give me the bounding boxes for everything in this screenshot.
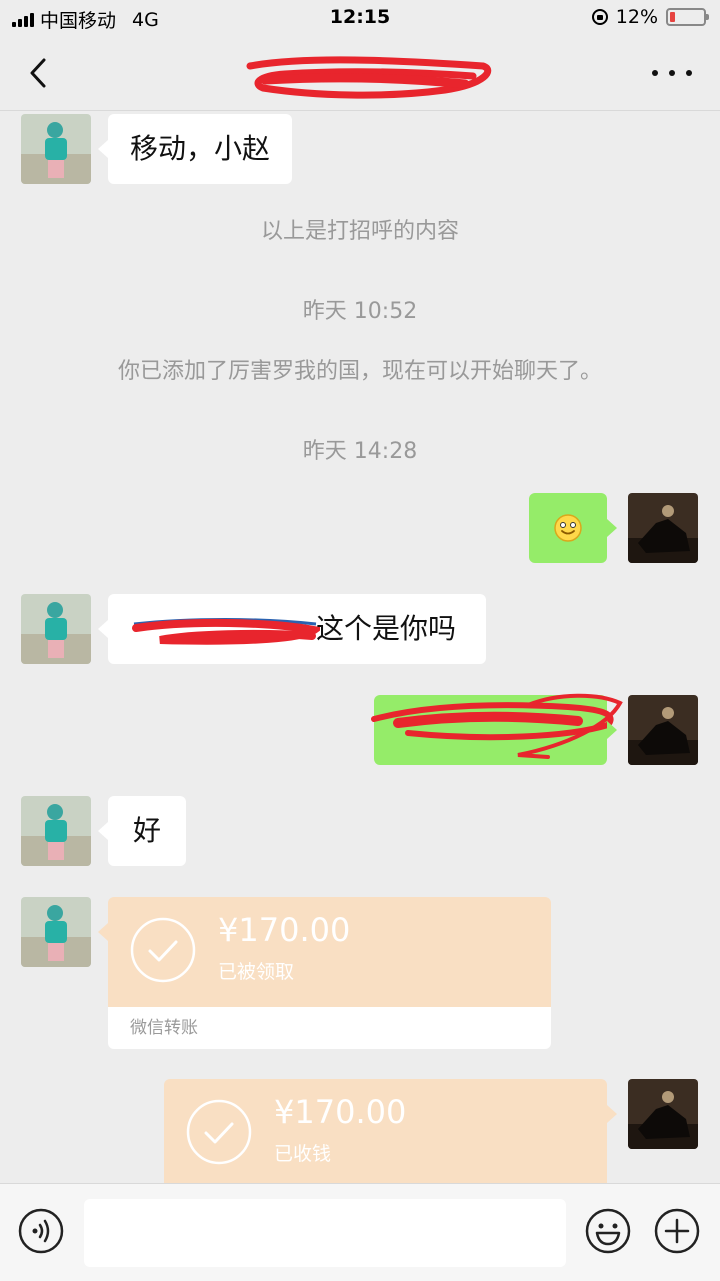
status-bar: 中国移动 4G 12:15 12% [0,0,720,36]
message-text: 这个是你吗 [316,612,457,645]
my-avatar[interactable] [628,1079,698,1149]
smile-emoji-icon [554,514,582,542]
battery-icon [666,8,709,26]
plus-icon[interactable] [654,1208,700,1254]
timestamp: 昨天 10:52 [302,299,418,324]
timestamp: 昨天 14:28 [302,439,418,464]
transfer-footer: 微信转账 [108,1007,551,1049]
transfer-status: 已收钱 [274,1143,332,1165]
contact-avatar[interactable] [21,594,91,664]
message-bubble[interactable]: 好 [98,796,186,866]
system-notice: 以上是打招呼的内容 [260,219,459,244]
contact-avatar[interactable] [21,897,91,967]
message-text: 好 [132,814,161,847]
transfer-card-self[interactable]: ¥170.00 已收钱 [164,1079,617,1183]
redacted-phone-number [132,618,320,645]
redacted-message [371,693,623,759]
message-bubble-self[interactable] [371,693,623,765]
battery-percent: 12% [615,6,658,28]
input-bar [0,1183,720,1281]
transfer-amount: ¥170.00 [218,911,351,949]
my-avatar[interactable] [628,695,698,765]
check-circle-icon [130,917,196,983]
voice-icon[interactable] [18,1208,64,1254]
contact-avatar[interactable] [21,114,91,184]
transfer-card[interactable]: ¥170.00 已被领取 微信转账 [98,897,551,1049]
message-bubble[interactable]: 移动，小赵 [97,114,293,184]
system-notice: 你已添加了厉害罗我的国，现在可以开始聊天了。 [117,359,602,384]
rotation-lock-icon [591,9,608,25]
more-dots-icon[interactable] [652,56,692,90]
message-text: 移动，小赵 [130,132,271,165]
message-bubble-self[interactable] [529,493,617,563]
transfer-amount: ¥170.00 [274,1093,407,1131]
message-input[interactable] [84,1199,566,1267]
contact-avatar[interactable] [21,796,91,866]
chat-header [0,36,720,111]
message-bubble[interactable]: 这个是你吗 [98,594,486,664]
transfer-status: 已被领取 [218,961,295,983]
redacted-contact-name [246,56,492,99]
emoji-icon[interactable] [585,1208,631,1254]
check-circle-icon [186,1099,252,1165]
chevron-left-icon[interactable] [24,56,54,90]
my-avatar[interactable] [628,493,698,563]
chat-area[interactable]: 移动，小赵 以上是打招呼的内容 昨天 10:52 你已添加了厉害罗我的国，现在可… [0,111,720,1183]
